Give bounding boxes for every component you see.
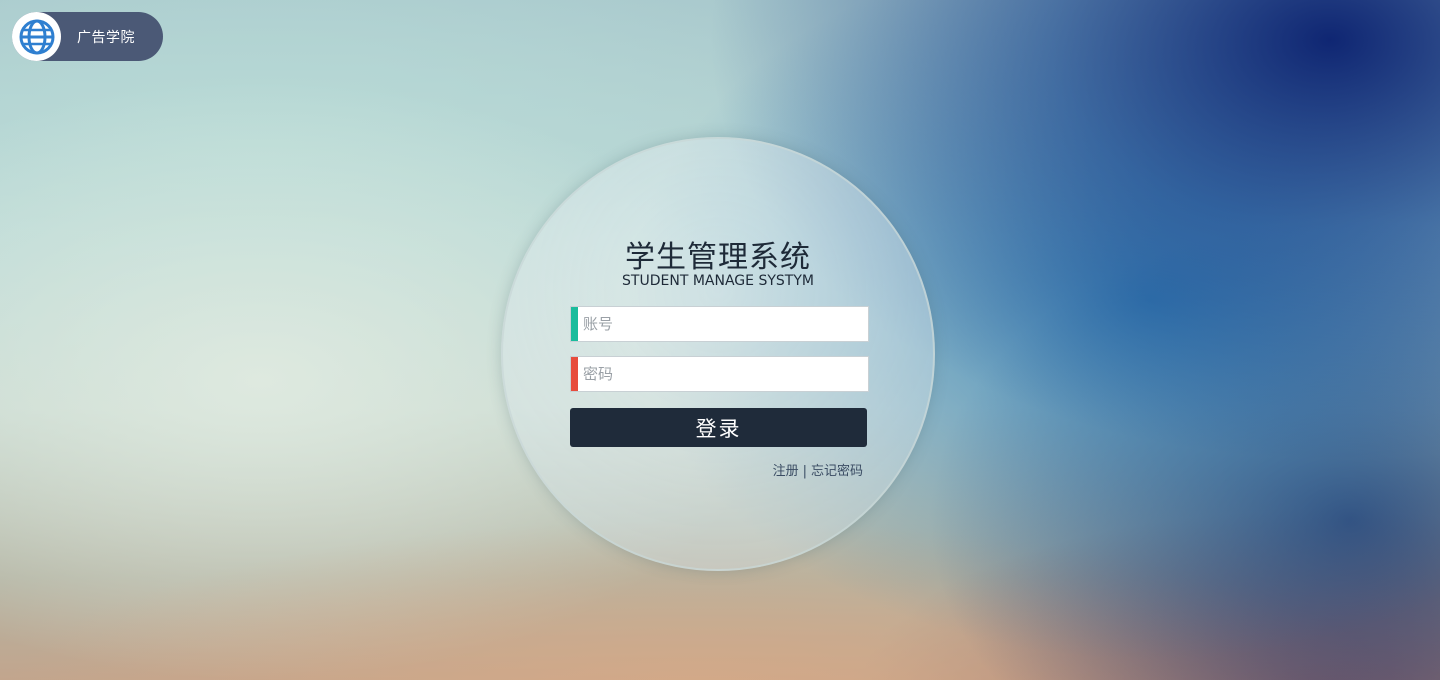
globe-icon xyxy=(12,12,61,61)
link-separator: | xyxy=(802,464,807,479)
username-accent-bar xyxy=(571,307,578,341)
password-input[interactable] xyxy=(578,357,868,391)
username-input[interactable] xyxy=(578,307,868,341)
username-field xyxy=(570,306,869,342)
forgot-password-link[interactable]: 忘记密码 xyxy=(811,464,863,479)
login-button[interactable]: 登录 xyxy=(570,408,867,447)
password-accent-bar xyxy=(571,357,578,391)
brand-badge: 广告学院 xyxy=(12,12,163,61)
brand-name: 广告学院 xyxy=(77,29,135,46)
page-title: 学生管理系统 xyxy=(625,240,811,275)
page-subtitle: STUDENT MANAGE SYSTYM xyxy=(622,273,814,289)
login-panel: 学生管理系统 STUDENT MANAGE SYSTYM 登录 注册| 忘记密码 xyxy=(501,137,935,571)
register-link[interactable]: 注册 xyxy=(773,464,799,479)
auth-links: 注册 | 忘记密码 xyxy=(773,460,863,479)
password-field xyxy=(570,356,869,392)
